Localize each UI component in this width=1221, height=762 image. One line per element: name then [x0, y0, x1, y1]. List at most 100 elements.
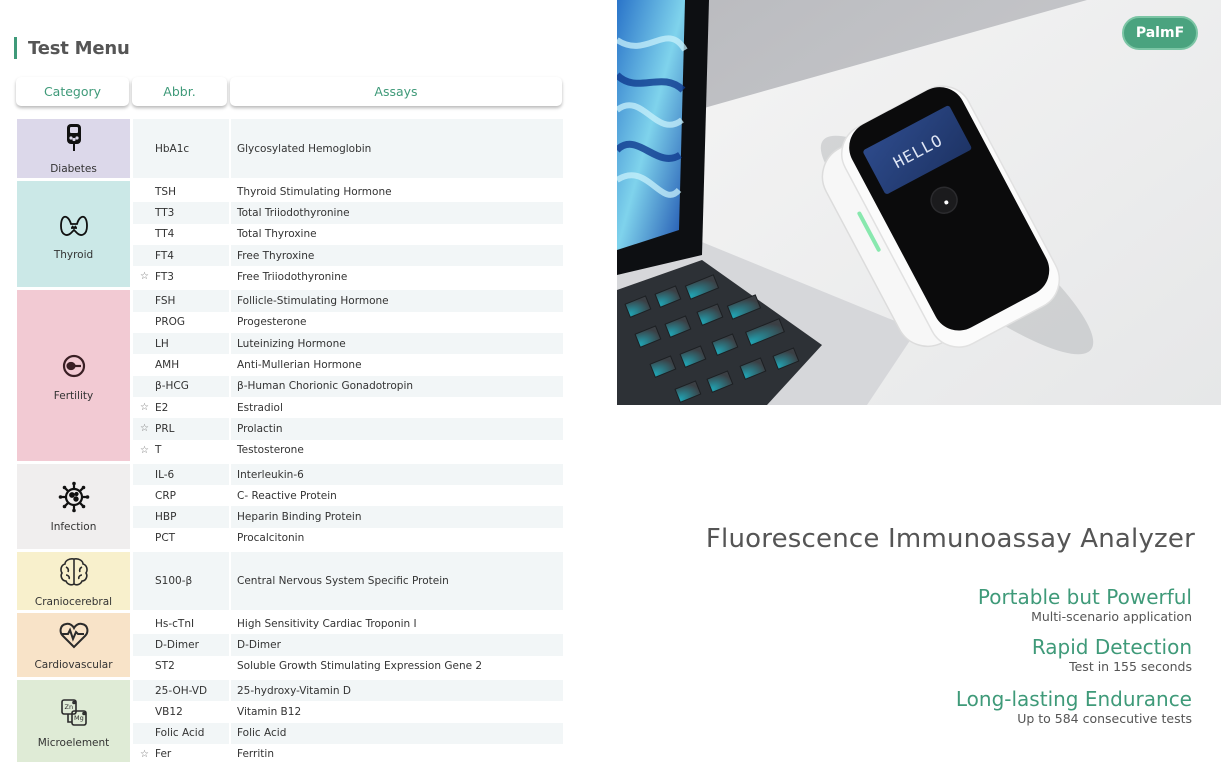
- feature-subtext: Multi-scenario application: [1031, 609, 1192, 624]
- abbr-text: S100-β: [155, 575, 193, 588]
- assay-cell: Total Thyroxine: [237, 228, 317, 241]
- abbr-cell: HBP: [133, 506, 229, 528]
- table-row: ☆ E2 Estradiol: [133, 397, 563, 418]
- table-row: HBP Heparin Binding Protein: [133, 506, 563, 528]
- assay-cell: Testosterone: [237, 444, 304, 457]
- abbr-cell: PROG: [133, 312, 229, 333]
- abbr-text: ST2: [155, 660, 175, 673]
- star-icon: ☆: [140, 423, 149, 435]
- table-row: FT4 Free Thyroxine: [133, 244, 563, 267]
- abbr-cell: VB12: [133, 701, 229, 722]
- table-row: ☆ T Testosterone: [133, 440, 563, 461]
- abbr-text: Hs-cTnI: [155, 617, 195, 630]
- assay-cell: Luteinizing Hormone: [231, 333, 563, 355]
- abbr-cell: S100-β: [133, 552, 229, 611]
- abbr-cell: ☆ PRL: [133, 418, 229, 440]
- table-row: TSH Thyroid Stimulating Hormone: [133, 181, 563, 202]
- feature-endurance: Long-lasting Endurance Up to 584 consecu…: [956, 687, 1192, 727]
- feature-heading: Portable but Powerful: [977, 585, 1192, 609]
- feature-heading: Long-lasting Endurance: [955, 687, 1192, 711]
- table-row: LH Luteinizing Hormone: [133, 333, 563, 355]
- assay-cell: Thyroid Stimulating Hormone: [237, 185, 392, 198]
- abbr-cell: PCT: [133, 528, 229, 549]
- table-row: D-Dimer D-Dimer: [133, 634, 563, 656]
- assay-cell: Total Triiodothyronine: [231, 202, 563, 224]
- sperm-egg-icon: [57, 349, 91, 390]
- abbr-cell: FSH: [133, 290, 229, 312]
- abbr-text: D-Dimer: [155, 638, 199, 651]
- abbr-text: PROG: [155, 316, 186, 329]
- abbr-text: TT3: [155, 206, 175, 219]
- glucose-meter-icon: [57, 122, 91, 163]
- abbr-cell: TT4: [133, 224, 229, 245]
- category-label: Diabetes: [50, 163, 97, 175]
- abbr-cell: 25-OH-VD: [133, 679, 229, 702]
- assay-cell: Ferritin: [237, 748, 274, 761]
- abbr-text: Fer: [155, 748, 172, 761]
- star-icon: ☆: [140, 444, 149, 456]
- assay-cell: Interleukin-6: [231, 463, 563, 486]
- table-header: Category Abbr. Assays: [16, 77, 565, 106]
- abbr-cell: HbA1c: [133, 119, 229, 178]
- abbr-text: IL-6: [155, 468, 175, 481]
- abbr-cell: ST2: [133, 656, 229, 677]
- feature-subtext: Up to 584 consecutive tests: [1017, 711, 1192, 726]
- table-row: PROG Progesterone: [133, 312, 563, 333]
- assay-cell: 25-hydroxy-Vitamin D: [231, 679, 563, 702]
- assay-cell: Follicle-Stimulating Hormone: [231, 290, 563, 312]
- assay-cell: Estradiol: [237, 401, 283, 414]
- abbr-text: T: [155, 444, 162, 457]
- abbr-cell: ☆ T: [133, 440, 229, 461]
- column-header-abbr: Abbr.: [132, 77, 227, 106]
- assay-cell: D-Dimer: [231, 634, 563, 656]
- table-row: TT3 Total Triiodothyronine: [133, 202, 563, 224]
- assay-cell: Progesterone: [237, 316, 307, 329]
- category-label: Infection: [50, 520, 97, 533]
- category-group-infection: Infection IL-6 Interleukin-6 CRP C- Reactive…: [17, 463, 563, 550]
- category-cell: Thyroid: [17, 181, 130, 288]
- feature-subtext: Test in 155 seconds: [1069, 659, 1192, 674]
- table-row: ST2 Soluble Growth Stimulating Expression…: [133, 656, 563, 677]
- category-group-thyroid: Thyroid TSH Thyroid Stimulating Hormone TT3…: [17, 181, 563, 288]
- category-cell: Craniocerebral: [17, 552, 130, 611]
- column-header-category: Category: [16, 77, 129, 106]
- table-row: AMH Anti-Mullerian Hormone: [133, 354, 563, 375]
- table-row: 25-OH-VD 25-hydroxy-Vitamin D: [133, 679, 563, 702]
- abbr-cell: IL-6: [133, 463, 229, 486]
- abbr-text: TT4: [155, 228, 175, 241]
- abbr-text: E2: [155, 401, 169, 414]
- assay-cell: Procalcitonin: [237, 532, 305, 545]
- feature-portable: Portable but Powerful Multi-scenario app…: [978, 585, 1192, 625]
- abbr-cell: ☆ E2: [133, 397, 229, 418]
- assay-cell: Central Nervous System Specific Protein: [231, 552, 563, 611]
- abbr-text: AMH: [155, 359, 180, 372]
- category-cell: Diabetes: [17, 119, 130, 178]
- abbr-cell: Hs-cTnI: [133, 613, 229, 634]
- test-menu-table: Diabetes HbA1c Glycosylated Hemoglobin Thyr…: [17, 119, 563, 762]
- abbr-cell: CRP: [133, 485, 229, 506]
- brand-badge: PalmF: [1122, 16, 1198, 50]
- assay-cell: Heparin Binding Protein: [231, 506, 563, 528]
- table-row: FSH Follicle-Stimulating Hormone: [133, 290, 563, 312]
- assay-cell: Glycosylated Hemoglobin: [231, 119, 563, 178]
- category-label: Craniocerebral: [34, 595, 113, 608]
- star-icon: ☆: [140, 402, 149, 414]
- assay-cell: Soluble Growth Stimulating Expression Ge…: [237, 660, 483, 673]
- category-cell: Zn Mg Microelement: [17, 679, 130, 762]
- heart-pulse-icon: [57, 618, 91, 659]
- abbr-cell: TT3: [133, 202, 229, 224]
- abbr-cell: AMH: [133, 354, 229, 375]
- table-row: PCT Procalcitonin: [133, 528, 563, 549]
- assay-cell: Free Triiodothyronine: [237, 270, 348, 283]
- assay-cell: Free Thyroxine: [231, 244, 563, 267]
- star-icon: ☆: [140, 748, 149, 760]
- category-label: Microelement: [37, 737, 110, 750]
- thyroid-icon: [57, 208, 91, 249]
- product-title: Fluorescence Immunoassay Analyzer: [705, 524, 1195, 554]
- assay-cell: High Sensitivity Cardiac Troponin I: [237, 617, 417, 630]
- category-group-fertility: Fertility FSH Follicle-Stimulating Hormone…: [17, 290, 563, 461]
- abbr-cell: Folic Acid: [133, 722, 229, 744]
- svg-text:Zn: Zn: [64, 703, 73, 711]
- column-header-assays: Assays: [230, 77, 562, 106]
- feature-rapid-detection: Rapid Detection Test in 155 seconds: [1032, 635, 1192, 675]
